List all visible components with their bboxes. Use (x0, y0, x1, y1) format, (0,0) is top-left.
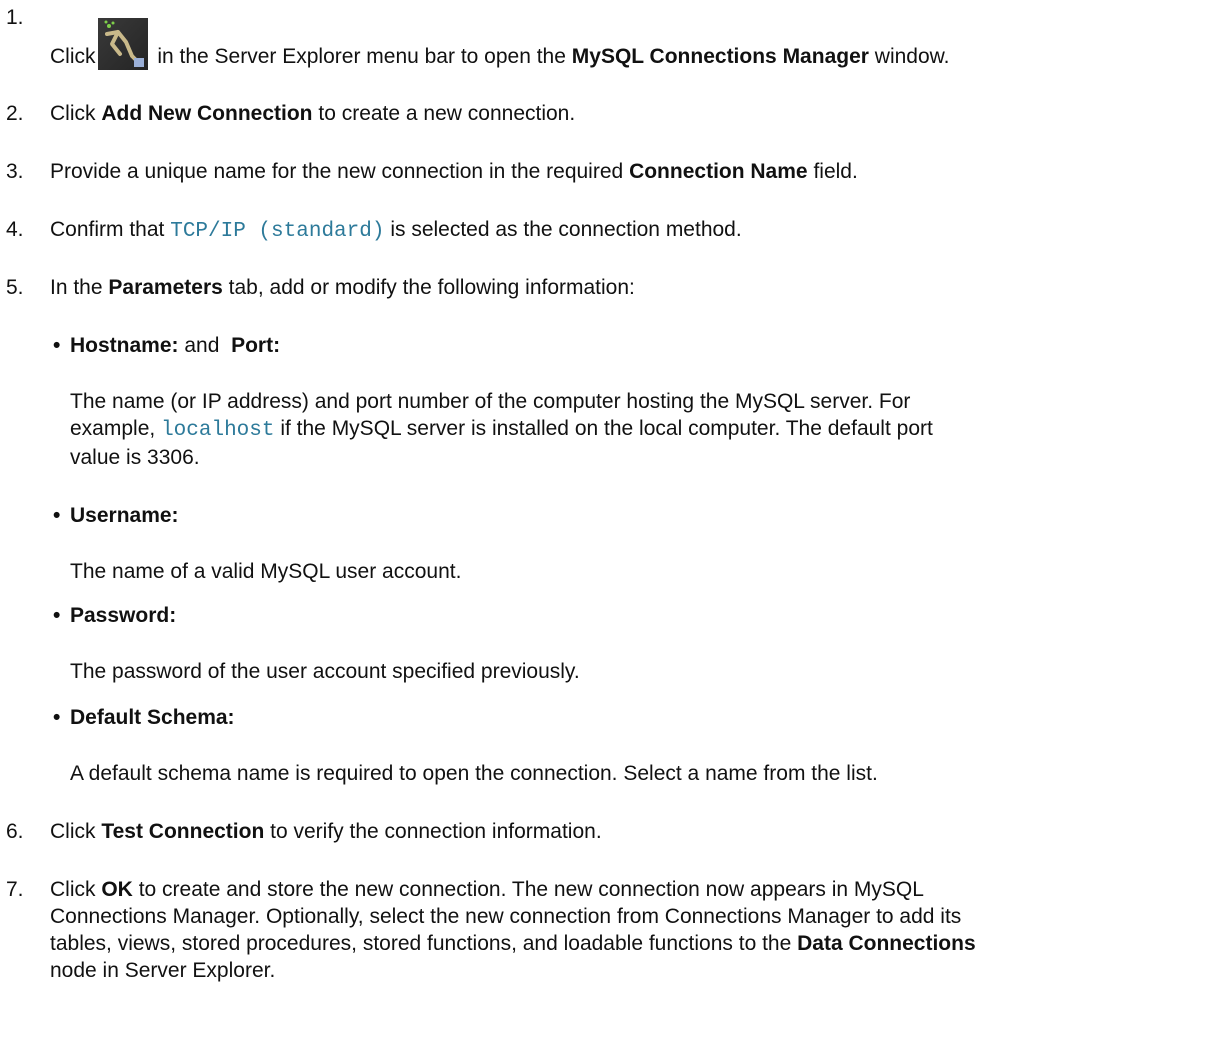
description-text: example, (70, 417, 156, 440)
step-text-part: tab, add or modify the following informa… (228, 276, 635, 299)
parameter-description: The name of a valid MySQL user account. (70, 558, 1193, 585)
ui-term: Test Connection (101, 820, 265, 843)
step-text-part: Click (50, 45, 96, 68)
step-text: Click Add New Connection to create a new… (50, 100, 1223, 127)
parameter-text: and (184, 334, 220, 357)
ui-term: OK (101, 878, 133, 901)
ui-term: Data Connections (797, 932, 976, 955)
bullet-icon: • (53, 504, 61, 527)
step-text-part: Click (50, 820, 96, 843)
step-text: In the Parameters tab, add or modify the… (50, 274, 1223, 301)
step-text-part: Connections Manager. Optionally, select … (50, 905, 962, 928)
step-text-part: to create a new connection. (318, 102, 576, 125)
step-text: Click Test Connection to verify the conn… (50, 818, 1223, 845)
step-number: 6. (6, 820, 24, 843)
parameter-label: • Username: (53, 502, 1223, 529)
parameter-term: Username: (70, 504, 179, 527)
code-literal: TCP/IP (standard) (170, 220, 385, 243)
ui-term: Parameters (108, 276, 223, 299)
step-number: 5. (6, 276, 24, 299)
description-line: value is 3306. (70, 446, 200, 469)
code-literal: localhost (161, 419, 275, 442)
ui-term: MySQL Connections Manager (571, 45, 869, 68)
parameter-term: Password: (70, 604, 177, 627)
step-text-part: field. (813, 160, 858, 183)
parameter-label: • Hostname: and Port: (53, 332, 1223, 359)
parameter-description: The name (or IP address) and port number… (70, 388, 1193, 471)
parameter-term: Port: (231, 334, 281, 357)
bullet-icon: • (53, 334, 61, 357)
step-text-part: in the Server Explorer menu bar to open … (157, 45, 566, 68)
step-text-part: to create and store the new connection. … (138, 878, 924, 901)
parameter-label: • Default Schema: (53, 704, 1223, 731)
bullet-icon: • (53, 706, 61, 729)
step-text-part: to verify the connection information. (270, 820, 602, 843)
step-text-part: In the (50, 276, 103, 299)
step-text: Click in the Server Explorer menu bar to… (50, 18, 1223, 70)
parameter-term: Hostname: (70, 334, 179, 357)
parameter-label: • Password: (53, 602, 1223, 629)
description-line: The password of the user account specifi… (70, 660, 580, 683)
document-page: 1. Click in the Server Explorer menu bar… (0, 0, 1229, 1039)
step-text-part: node in Server Explorer. (50, 959, 276, 982)
step-number: 3. (6, 160, 24, 183)
step-number: 4. (6, 218, 24, 241)
description-line: The name (or IP address) and port number… (70, 390, 911, 413)
step-text: Confirm that TCP/IP (standard) is select… (50, 216, 1223, 245)
description-line: The name of a valid MySQL user account. (70, 560, 462, 583)
parameter-description: A default schema name is required to ope… (70, 760, 1193, 787)
step-text-part: Click (50, 878, 96, 901)
step-text-part: is selected as the connection method. (390, 218, 742, 241)
description-text: if the MySQL server is installed on the … (280, 417, 933, 440)
step-text: Click OK to create and store the new con… (50, 876, 1223, 984)
step-number: 1. (6, 6, 24, 29)
step-text: Provide a unique name for the new connec… (50, 158, 1223, 185)
bullet-icon: • (53, 604, 61, 627)
ui-term: Add New Connection (101, 102, 313, 125)
step-text-part: tables, views, stored procedures, stored… (50, 932, 792, 955)
ui-term: Connection Name (629, 160, 808, 183)
description-line: A default schema name is required to ope… (70, 762, 878, 785)
parameter-term: Default Schema: (70, 706, 235, 729)
step-text-part: Provide a unique name for the new connec… (50, 160, 624, 183)
connection-manager-icon (97, 18, 148, 70)
step-text-part: Click (50, 102, 96, 125)
step-text-part: Confirm that (50, 218, 165, 241)
step-number: 7. (6, 878, 24, 901)
step-text-part: window. (874, 45, 950, 68)
parameter-description: The password of the user account specifi… (70, 658, 1193, 685)
step-number: 2. (6, 102, 24, 125)
